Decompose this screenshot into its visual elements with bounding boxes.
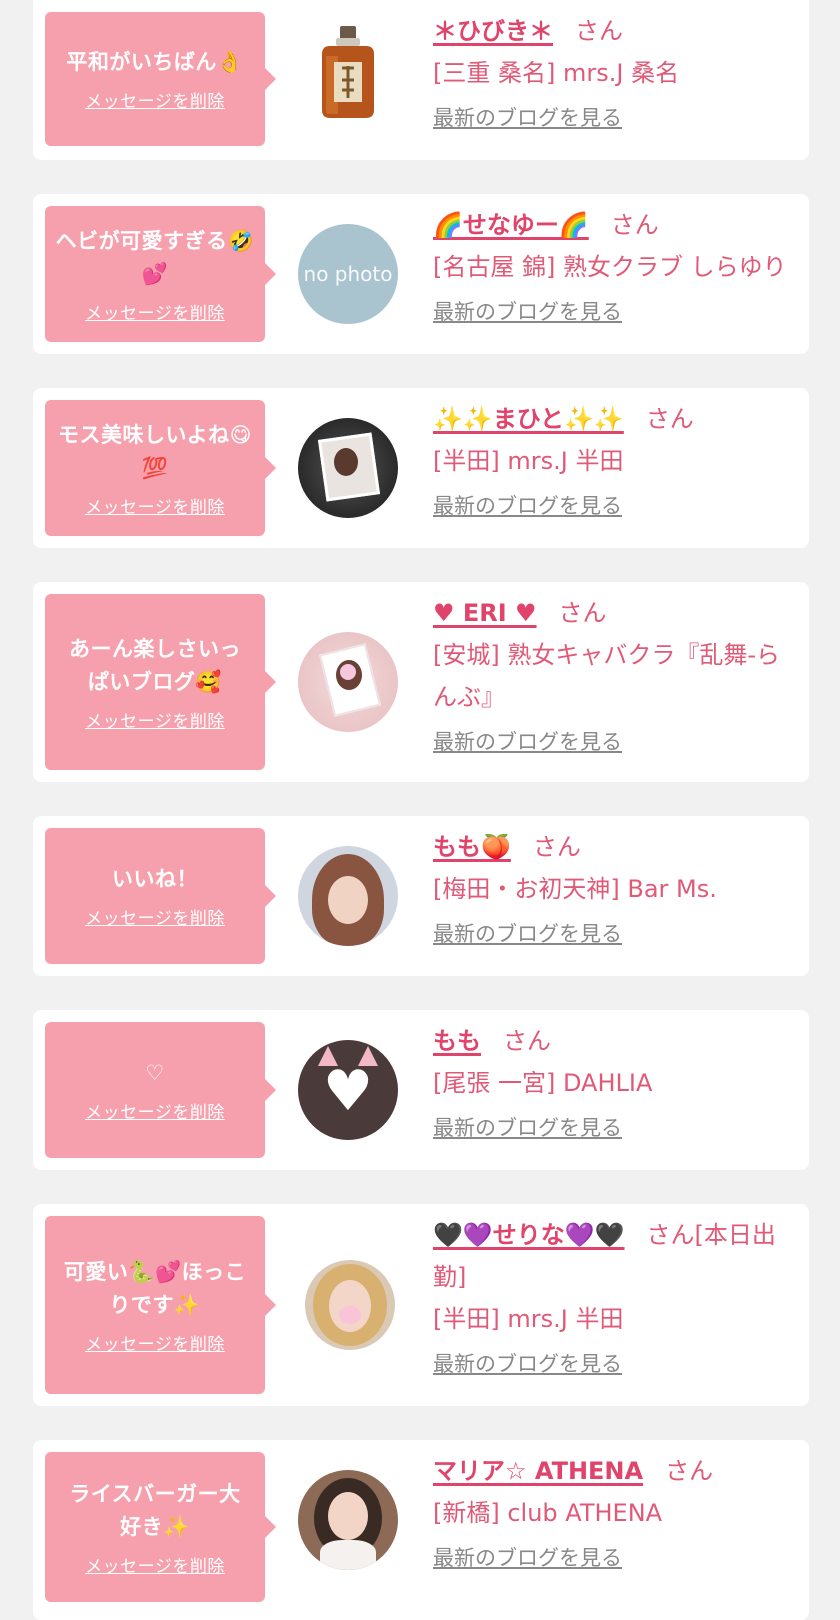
whisky-bottle-image (322, 26, 374, 118)
message-bubble: モス美味しいよね😋💯 メッセージを削除 (45, 400, 276, 536)
message-card: あーん楽しさいっぱいブログ🥰 メッセージを削除 ♥ ERI ♥ さん [安城] 熟… (33, 582, 809, 782)
latest-blog-link[interactable]: 最新のブログを見る (433, 490, 622, 520)
latest-blog-link[interactable]: 最新のブログを見る (433, 1348, 622, 1378)
avatar[interactable] (298, 18, 398, 118)
name-line: マリア☆ ATHENA さん (433, 1450, 799, 1492)
shop-info: [三重 桑名] mrs.J 桑名 (433, 59, 680, 87)
user-name-link[interactable]: もも (433, 1027, 481, 1055)
honorific: さん (575, 17, 623, 45)
shop-info: [半田] mrs.J 半田 (433, 447, 624, 475)
avatar[interactable] (298, 632, 398, 732)
message-text: 平和がいちばん👌 (66, 50, 244, 74)
user-name-link[interactable]: ✨✨まひと✨✨ (433, 405, 624, 433)
avatar[interactable] (298, 418, 398, 518)
avatar[interactable] (298, 846, 398, 946)
name-line: 🖤💜せりな💜🖤 さん[本日出勤] (433, 1214, 799, 1298)
name-line: もも さん (433, 1020, 799, 1062)
user-name-link[interactable]: ＊ひびき＊ (433, 17, 553, 45)
shop-info: [梅田・お初天神] Bar Ms. (433, 875, 717, 903)
message-text: モス美味しいよね😋💯 (58, 422, 252, 480)
latest-blog-link[interactable]: 最新のブログを見る (433, 726, 622, 756)
message-card: いいね！ メッセージを削除 もも🍑 さん [梅田・お初天神] Bar Ms. 最新… (33, 816, 809, 976)
message-card: モス美味しいよね😋💯 メッセージを削除 ✨✨まひと✨✨ さん [半田] mrs.J… (33, 388, 809, 548)
shop-info: [安城] 熟女キャバクラ『乱舞-らんぶ』 (433, 641, 781, 711)
message-bubble: 平和がいちばん👌 メッセージを削除 (45, 12, 276, 146)
shop-info: [半田] mrs.J 半田 (433, 1305, 624, 1333)
shop-info: [新橋] club ATHENA (433, 1499, 663, 1527)
message-text: ライスバーガー大好き✨ (69, 1481, 241, 1539)
name-line: ＊ひびき＊ さん (433, 10, 799, 52)
user-name-link[interactable]: ♥ ERI ♥ (433, 599, 537, 627)
message-card: 可愛い🐍💕ほっこりです✨ メッセージを削除 🖤💜せりな💜🖤 さん[本日出勤] [半… (33, 1204, 809, 1406)
honorific: さん (610, 211, 659, 239)
delete-message-link[interactable]: メッセージを削除 (85, 493, 225, 518)
message-card: 平和がいちばん👌 メッセージを削除 ＊ひびき＊ さん [三重 桑名] mrs.J … (33, 0, 809, 160)
delete-message-link[interactable]: メッセージを削除 (85, 1552, 225, 1577)
no-photo-text: no photo (303, 262, 393, 286)
honorific: さん (645, 405, 694, 433)
user-name-link[interactable]: もも🍑 (433, 833, 511, 861)
delete-message-link[interactable]: メッセージを削除 (85, 87, 225, 112)
message-card: ライスバーガー大好き✨ メッセージを削除 マリア☆ ATHENA さん [新橋] … (33, 1440, 809, 1620)
delete-message-link[interactable]: メッセージを削除 (85, 299, 225, 324)
delete-message-link[interactable]: メッセージを削除 (85, 1098, 225, 1123)
message-text: いいね！ (112, 867, 198, 891)
honorific: さん (665, 1457, 714, 1485)
honorific: さん (503, 1027, 551, 1055)
message-card: ♡ メッセージを削除 ♥ もも さん [尾張 一宮] DAHLIA 最新のブログを… (33, 1010, 809, 1170)
name-line: ♥ ERI ♥ さん (433, 592, 799, 634)
white-heart-icon: ♥ (322, 1059, 374, 1124)
honorific: さん (532, 833, 581, 861)
delete-message-link[interactable]: メッセージを削除 (85, 904, 225, 929)
delete-message-link[interactable]: メッセージを削除 (85, 1330, 225, 1355)
name-line: ✨✨まひと✨✨ さん (433, 398, 799, 440)
message-bubble: ♡ メッセージを削除 (45, 1022, 276, 1158)
avatar[interactable]: no photo (298, 224, 398, 324)
user-name-link[interactable]: 🖤💜せりな💜🖤 (433, 1221, 625, 1249)
latest-blog-link[interactable]: 最新のブログを見る (433, 1542, 622, 1572)
message-bubble: 可愛い🐍💕ほっこりです✨ メッセージを削除 (45, 1216, 276, 1394)
message-card: ヘビが可愛すぎる🤣💕 メッセージを削除 no photo 🌈せなゆー🌈 さん [名… (33, 194, 809, 354)
message-text: 可愛い🐍💕ほっこりです✨ (63, 1259, 247, 1317)
message-text: ♡ (145, 1061, 165, 1085)
message-text: あーん楽しさいっぱいブログ🥰 (69, 636, 241, 694)
latest-blog-link[interactable]: 最新のブログを見る (433, 102, 622, 132)
message-bubble: ライスバーガー大好き✨ メッセージを削除 (45, 1452, 276, 1602)
message-bubble: ヘビが可愛すぎる🤣💕 メッセージを削除 (45, 206, 276, 342)
message-text: ヘビが可愛すぎる🤣💕 (55, 228, 255, 286)
message-bubble: あーん楽しさいっぱいブログ🥰 メッセージを削除 (45, 594, 276, 770)
avatar[interactable] (298, 1470, 398, 1570)
latest-blog-link[interactable]: 最新のブログを見る (433, 296, 622, 326)
avatar[interactable]: ♥ (298, 1040, 398, 1140)
message-bubble: いいね！ メッセージを削除 (45, 828, 276, 964)
user-name-link[interactable]: 🌈せなゆー🌈 (433, 211, 589, 239)
user-name-link[interactable]: マリア☆ ATHENA (433, 1457, 643, 1485)
honorific: さん (558, 599, 607, 627)
name-line: もも🍑 さん (433, 826, 799, 868)
latest-blog-link[interactable]: 最新のブログを見る (433, 918, 622, 948)
latest-blog-link[interactable]: 最新のブログを見る (433, 1112, 622, 1142)
name-line: 🌈せなゆー🌈 さん (433, 204, 799, 246)
avatar[interactable] (305, 1260, 395, 1350)
shop-info: [名古屋 錦] 熟女クラブ しらゆり (433, 253, 787, 281)
delete-message-link[interactable]: メッセージを削除 (85, 707, 225, 732)
shop-info: [尾張 一宮] DAHLIA (433, 1069, 653, 1097)
message-list: 平和がいちばん👌 メッセージを削除 ＊ひびき＊ さん [三重 桑名] mrs.J … (0, 0, 840, 1620)
